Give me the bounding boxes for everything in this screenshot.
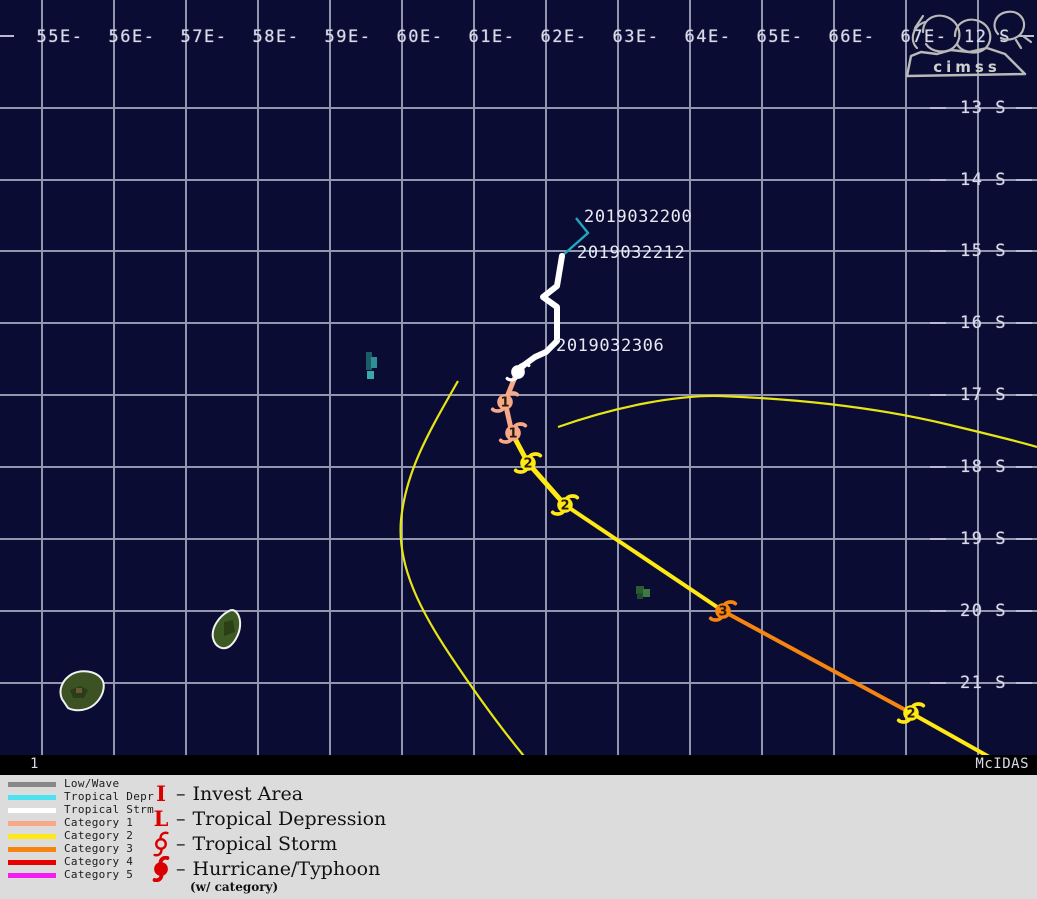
legend-symbol-key: I – Invest Area L – Tropical Depression … xyxy=(148,781,387,882)
legend-color-swatch xyxy=(8,860,56,865)
lon-label-63e: 63E- xyxy=(612,27,660,47)
hurricane-typhoon-icon xyxy=(148,855,174,882)
lon-label-65e: 65E- xyxy=(756,27,804,47)
lon-label-57e: 57E- xyxy=(180,27,228,47)
lon-label-56e: 56E- xyxy=(108,27,156,47)
mcidas-source-label: McIDAS xyxy=(975,756,1029,772)
lon-label-64e: 64E- xyxy=(684,27,732,47)
legend-dash: – xyxy=(176,857,186,880)
legend-category-note: (w/ category) xyxy=(190,880,279,894)
tropical-depression-icon: L xyxy=(153,806,169,831)
legend-dash: – xyxy=(176,832,186,855)
legend-label: Category 4 xyxy=(64,855,134,868)
latitude-ticks xyxy=(0,35,1034,684)
lon-label-62e: 62E- xyxy=(540,27,588,47)
storm-symbol-cat1-b xyxy=(498,422,528,444)
track-date-label: 2019032200 xyxy=(584,207,693,227)
legend-color-swatch xyxy=(8,847,56,852)
legend-label: Tropical Depr xyxy=(64,790,154,803)
track-segment-tail xyxy=(909,711,990,755)
lat-label-13s: 13 S xyxy=(960,98,1007,118)
legend-panel: Low/Wave Tropical Depr Tropical Strm Cat… xyxy=(0,775,1037,899)
lat-label-20s: 20 S xyxy=(960,601,1007,621)
lat-label-15s: 15 S xyxy=(960,241,1007,261)
legend-symbol-label: Tropical Depression xyxy=(192,807,387,830)
legend-color-swatch xyxy=(8,834,56,839)
tropical-storm-icon xyxy=(148,831,174,857)
cloud-patch-teal xyxy=(366,352,377,379)
lon-label-59e: 59E- xyxy=(324,27,372,47)
legend-color-swatch xyxy=(8,795,56,800)
legend-label: Category 3 xyxy=(64,842,134,855)
cimss-logo: cimss xyxy=(905,10,1033,78)
legend-color-swatch xyxy=(8,808,56,813)
legend-color-swatch xyxy=(8,821,56,826)
lon-label-60e: 60E- xyxy=(396,27,444,47)
legend-color-swatch xyxy=(8,782,56,787)
cimss-logo-text: cimss xyxy=(933,58,1001,76)
longitude-grid xyxy=(41,0,979,755)
legend-symbol-label: Hurricane/Typhoon xyxy=(192,857,381,880)
track-date-label: 2019032212 xyxy=(577,243,686,263)
legend-item: Category 5 xyxy=(8,868,158,882)
legend-symbol-item: I – Invest Area xyxy=(148,781,386,806)
lat-label-16s: 16 S xyxy=(960,313,1007,333)
legend-dash: – xyxy=(176,782,186,805)
track-date-label: 2019032306 xyxy=(556,336,665,356)
invest-area-icon: I xyxy=(156,781,166,806)
legend-label: Low/Wave xyxy=(64,777,120,790)
track-segment-cat3 xyxy=(721,609,913,715)
legend-label: Category 1 xyxy=(64,816,134,829)
legend-symbol-item: L – Tropical Depression xyxy=(148,806,387,831)
legend-label: Tropical Strm xyxy=(64,803,154,816)
cloud-patch-green xyxy=(636,586,650,599)
map-canvas xyxy=(0,0,1037,755)
legend-intensity-scale: Low/Wave Tropical Depr Tropical Strm Cat… xyxy=(8,777,158,882)
lon-label-61e: 61E- xyxy=(468,27,516,47)
legend-label: Category 2 xyxy=(64,829,134,842)
status-bar: 1 McIDAS xyxy=(0,755,1037,775)
lon-label-66e: 66E- xyxy=(828,27,876,47)
legend-dash: – xyxy=(176,807,186,830)
storm-track-map: 1 1 2 2 3 2 55E- 56E- 57E- 58E- 59E- 60E… xyxy=(0,0,1037,755)
legend-symbol-item: – Tropical Storm xyxy=(148,831,386,856)
legend-label: Category 5 xyxy=(64,868,134,881)
lat-label-18s: 18 S xyxy=(960,457,1007,477)
frame-number: 1 xyxy=(30,756,39,772)
island-reunion xyxy=(59,670,105,712)
lon-label-58e: 58E- xyxy=(252,27,300,47)
legend-color-swatch xyxy=(8,873,56,878)
legend-symbol-item: – Hurricane/Typhoon xyxy=(148,855,386,882)
track-segment-cat2 xyxy=(509,430,568,508)
lat-label-19s: 19 S xyxy=(960,529,1007,549)
lat-label-17s: 17 S xyxy=(960,385,1007,405)
legend-symbol-label: Tropical Storm xyxy=(192,832,338,855)
legend-symbol-label: Invest Area xyxy=(192,782,304,805)
lon-label-55e: 55E- xyxy=(36,27,84,47)
island-mauritius xyxy=(211,609,242,650)
lat-label-14s: 14 S xyxy=(960,170,1007,190)
lat-label-21s: 21 S xyxy=(960,673,1007,693)
